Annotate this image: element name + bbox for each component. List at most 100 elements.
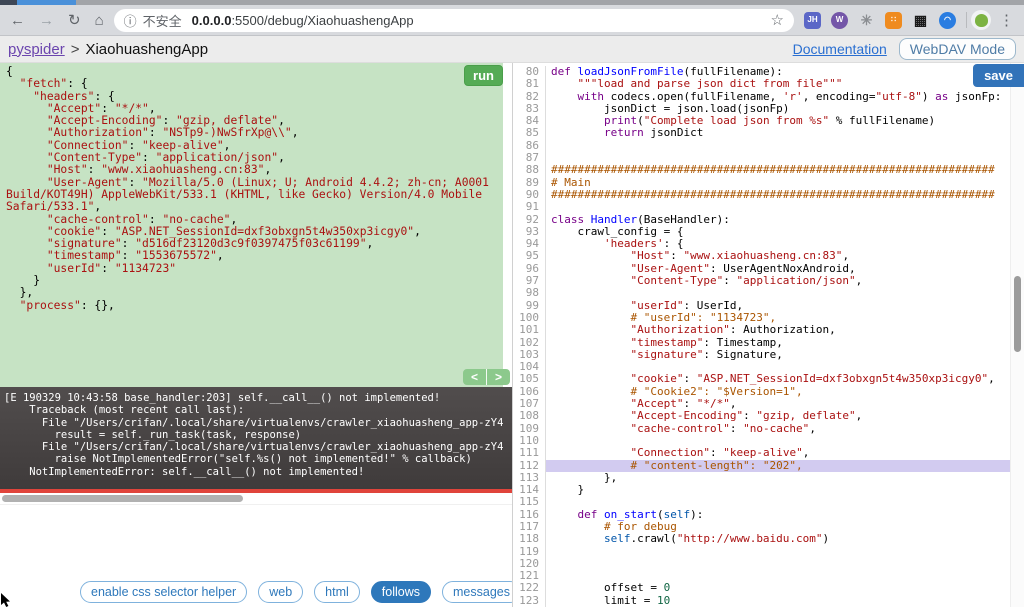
line-number: 95: [513, 250, 546, 263]
url-bar[interactable]: ⓘ 不安全 0.0.0.0 :5500/debug/XiaohuashengAp…: [113, 8, 794, 32]
tab-strip: [0, 0, 1024, 5]
active-tab-edge: [17, 0, 76, 5]
run-button[interactable]: run: [464, 65, 503, 86]
line-number: 91: [513, 200, 546, 214]
code-line: 90 ######################################…: [513, 188, 1010, 202]
forward-icon[interactable]: →: [39, 12, 54, 29]
enable-css-selector-helper-button[interactable]: enable css selector helper: [80, 581, 248, 603]
bookmark-star-icon[interactable]: ☆: [771, 11, 784, 29]
home-icon[interactable]: ⌂: [95, 12, 104, 29]
horizontal-scrollbar[interactable]: [0, 493, 512, 505]
code-editor[interactable]: 80 def loadJsonFromFile(fullFilename): 81 …: [513, 63, 1024, 607]
w-extension-icon[interactable]: W: [831, 11, 848, 29]
console-log: [E 190329 10:43:58 base_handler:203] sel…: [4, 392, 504, 478]
blue-globe-extension-icon[interactable]: ◠: [939, 11, 956, 29]
line-number: 112: [513, 459, 546, 472]
menu-icon[interactable]: ⋮: [999, 11, 1014, 29]
code-line: 109 "cache-control": "no-cache",: [513, 422, 1010, 435]
task-json-editor[interactable]: { "fetch": { "headers": { "Accept": "*/*…: [0, 63, 512, 387]
breadcrumb-separator: >: [70, 40, 80, 58]
web-button[interactable]: web: [258, 581, 304, 603]
task-json-text[interactable]: { "fetch": { "headers": { "Accept": "*/*…: [0, 63, 497, 387]
line-number: 81: [513, 77, 546, 91]
back-icon[interactable]: ←: [10, 12, 25, 29]
code-text[interactable]: ########################################…: [546, 164, 1010, 176]
webdav-mode-button[interactable]: WebDAV Mode: [898, 38, 1016, 60]
url-path: :5500/debug/XiaohuashengApp: [231, 12, 414, 28]
code-line: 120: [513, 557, 1010, 571]
history-prev-button[interactable]: <: [463, 369, 486, 385]
code-text[interactable]: limit = 10: [546, 594, 1010, 607]
url-host: 0.0.0.0: [191, 12, 232, 28]
extension-icons: JH W ✳ ∷ ▦ ◠: [804, 11, 956, 29]
code-editor-panel: save 80 def loadJsonFromFile(fullFilename…: [512, 63, 1024, 607]
line-number: 98: [513, 287, 546, 300]
task-history-nav: < >: [462, 369, 510, 385]
line-number: 92: [513, 213, 546, 226]
messages-button[interactable]: messages: [442, 581, 521, 603]
avatar-figure: [974, 13, 988, 27]
code-text[interactable]: "cache-control": "no-cache",: [546, 422, 1010, 435]
code-text[interactable]: }: [546, 483, 1010, 496]
breadcrumb-project-name: XiaohuashengApp: [85, 40, 209, 58]
code-text[interactable]: [546, 140, 1010, 152]
code-text[interactable]: ########################################…: [546, 188, 1010, 201]
console-panel: [E 190329 10:43:58 base_handler:203] sel…: [0, 387, 512, 489]
code-text[interactable]: [546, 558, 1010, 570]
browser-toolbar: ← → ↻ ⌂ ⓘ 不安全 0.0.0.0 :5500/debug/Xiaohu…: [0, 5, 1024, 36]
not-secure-label: 不安全: [142, 13, 182, 29]
history-next-button[interactable]: >: [487, 369, 510, 385]
save-button[interactable]: save: [973, 64, 1024, 87]
code-line: 113 },: [513, 471, 1010, 485]
result-area: enable css selector helper web html follows…: [0, 505, 521, 607]
code-text[interactable]: "Content-Type": "application/json",: [546, 274, 1010, 287]
code-text[interactable]: [546, 546, 1010, 558]
code-text[interactable]: },: [546, 471, 1010, 484]
line-number: 105: [513, 373, 546, 386]
app-header: pyspider > XiaohuashengApp Documentation…: [0, 36, 1024, 63]
editor-scrollbar-track[interactable]: [1010, 63, 1024, 607]
task-editor-scroll-track[interactable]: [503, 63, 512, 387]
code-line: 85 return jsonDict: [513, 127, 1010, 140]
line-number: 88: [513, 164, 546, 177]
toolbar-divider: [966, 12, 967, 28]
documentation-link[interactable]: Documentation: [793, 41, 887, 57]
code-line: 86: [513, 139, 1010, 153]
debug-toolbar: enable css selector helper web html follows…: [80, 581, 521, 603]
horizontal-scrollbar-thumb[interactable]: [2, 495, 243, 502]
line-number: 102: [513, 336, 546, 349]
html-button[interactable]: html: [314, 581, 360, 603]
code-line: 118 self.crawl("http://www.baidu.com"): [513, 532, 1010, 546]
code-text[interactable]: self.crawl("http://www.baidu.com"): [546, 533, 1010, 545]
line-number: 115: [513, 496, 546, 509]
code-text[interactable]: return jsonDict: [546, 127, 1010, 139]
editor-scrollbar-thumb[interactable]: [1014, 276, 1021, 352]
code-line: 123 limit = 10: [513, 594, 1010, 607]
orange-grid-extension-icon[interactable]: ∷: [885, 11, 902, 29]
left-panel: { "fetch": { "headers": { "Accept": "*/*…: [0, 63, 521, 607]
profile-avatar[interactable]: [971, 10, 991, 30]
line-number: 122: [513, 582, 546, 595]
code-line: 97 "Content-Type": "application/json",: [513, 274, 1010, 288]
browser-window: ← → ↻ ⌂ ⓘ 不安全 0.0.0.0 :5500/debug/Xiaohu…: [0, 0, 1024, 607]
code-line: 114 }: [513, 483, 1010, 497]
nav-icons: ← → ↻ ⌂: [10, 11, 104, 30]
line-number: 111: [513, 446, 546, 460]
line-number: 118: [513, 532, 546, 546]
reload-icon[interactable]: ↻: [68, 11, 81, 29]
follows-button[interactable]: follows: [370, 581, 432, 603]
line-number: 85: [513, 127, 546, 140]
info-icon[interactable]: ⓘ: [124, 11, 137, 30]
code-line: 103 "signature": Signature,: [513, 348, 1010, 362]
snowflake-extension-icon[interactable]: ✳: [858, 12, 875, 29]
tab-strip-dark-segment: [0, 0, 17, 5]
jh-extension-icon[interactable]: JH: [804, 11, 821, 29]
line-number: 123: [513, 594, 546, 607]
main-content: { "fetch": { "headers": { "Accept": "*/*…: [0, 63, 1024, 607]
code-line: 119: [513, 545, 1010, 558]
qr-code-extension-icon[interactable]: ▦: [912, 12, 929, 29]
line-number: 108: [513, 410, 546, 423]
code-text[interactable]: "signature": Signature,: [546, 348, 1010, 361]
breadcrumb-pyspider-link[interactable]: pyspider: [8, 41, 65, 58]
line-number: 101: [513, 323, 546, 337]
